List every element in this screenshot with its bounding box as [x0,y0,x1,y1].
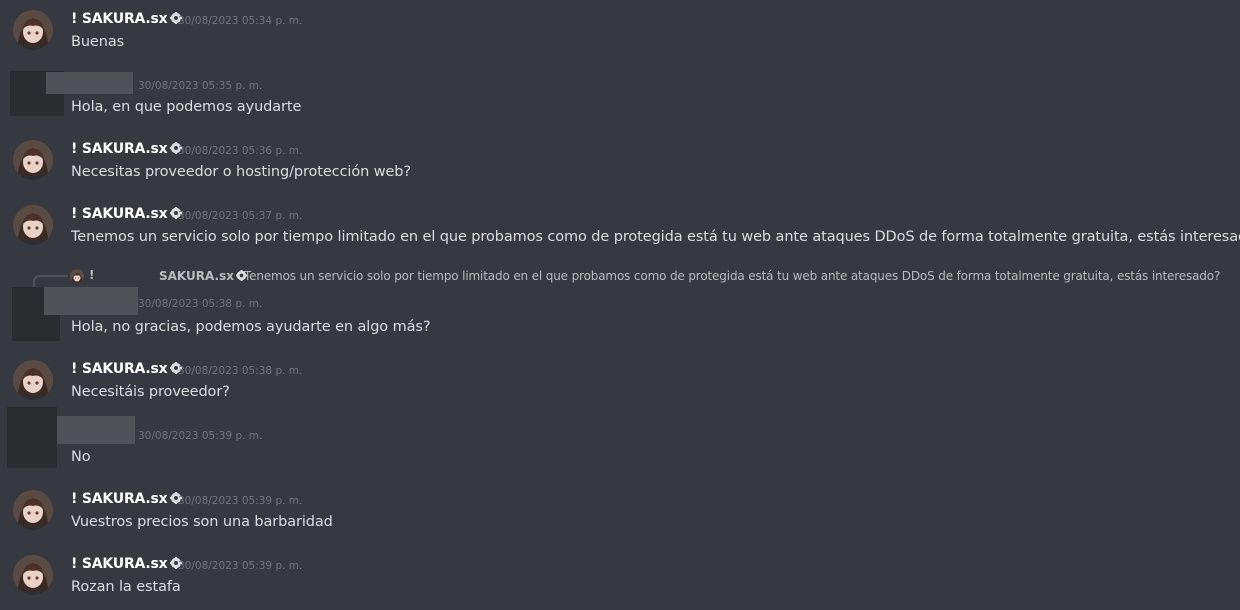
reply-avatar [70,269,84,283]
avatar[interactable] [13,555,53,595]
avatar[interactable] [13,205,53,245]
username-text[interactable]: ! SAKURA.sx [71,141,168,157]
username-text[interactable]: ! SAKURA.sx [71,11,168,27]
timestamp: 30/08/2023 05:35 p. m. [138,80,263,92]
redacted-username [46,72,133,94]
redacted-username [57,416,135,444]
message-item: 30/08/2023 05:38 p. m. Hola, no gracias,… [0,282,1240,347]
message-text: Necesitáis proveedor? [71,384,230,400]
chat-messages: ! SAKURA.sx 30/08/2023 05:34 p. m. Buena… [0,0,1240,610]
username[interactable]: ! SAKURA.sx [71,491,182,507]
message-item: ! SAKURA.sx 30/08/2023 05:39 p. m. Vuest… [0,480,1240,545]
username[interactable]: ! SAKURA.sx [71,556,182,572]
message-text: Hola, en que podemos ayudarte [71,99,302,115]
timestamp: 30/08/2023 05:39 p. m. [138,430,263,442]
message-text: Necesitas proveedor o hosting/protección… [71,164,412,180]
avatar[interactable] [13,140,53,180]
username-text[interactable]: ! SAKURA.sx [71,206,168,222]
message-text: Vuestros precios son una barbaridad [71,514,333,530]
username[interactable]: ! SAKURA.sx [71,206,182,222]
message-item: ! SAKURA.sx 30/08/2023 05:37 p. m. Tenem… [0,195,1240,260]
message-item: ! SAKURA.sx 30/08/2023 05:38 p. m. Neces… [0,350,1240,415]
avatar[interactable] [13,10,53,50]
redacted-username [44,287,138,315]
message-item: ! SAKURA.sx 30/08/2023 05:39 p. m. Rozan… [0,545,1240,610]
message-item: 30/08/2023 05:39 p. m. No [0,407,1240,480]
message-text: Tenemos un servicio solo por tiempo limi… [71,229,1240,245]
username-text[interactable]: ! SAKURA.sx [71,556,168,572]
timestamp: 30/08/2023 05:37 p. m. [178,210,303,222]
username-text[interactable]: ! SAKURA.sx [71,361,168,377]
username[interactable]: ! SAKURA.sx [71,361,182,377]
reply-username-text[interactable]: SAKURA.sx [159,269,234,283]
message-text: Rozan la estafa [71,579,181,595]
timestamp: 30/08/2023 05:39 p. m. [178,495,303,507]
timestamp: 30/08/2023 05:34 p. m. [178,15,303,27]
timestamp: 30/08/2023 05:36 p. m. [178,145,303,157]
message-text: Buenas [71,34,125,50]
message-text: No [71,449,91,465]
username-text[interactable]: ! SAKURA.sx [71,491,168,507]
message-item: ! SAKURA.sx 30/08/2023 05:36 p. m. Neces… [0,130,1240,195]
timestamp: 30/08/2023 05:39 p. m. [178,560,303,572]
reply-text[interactable]: Tenemos un servicio solo por tiempo limi… [244,269,1220,283]
message-item: ! SAKURA.sx 30/08/2023 05:34 p. m. Buena… [0,0,1240,65]
redacted-avatar [7,407,57,468]
timestamp: 30/08/2023 05:38 p. m. [178,365,303,377]
message-text: Hola, no gracias, podemos ayudarte en al… [71,319,431,335]
message-item: 30/08/2023 05:35 p. m. Hola, en que pode… [0,65,1240,130]
reply-username[interactable]: SAKURA.sx [159,269,247,283]
username[interactable]: ! SAKURA.sx [71,141,182,157]
username[interactable]: ! SAKURA.sx [71,11,182,27]
timestamp: 30/08/2023 05:38 p. m. [138,298,263,310]
avatar[interactable] [13,490,53,530]
avatar[interactable] [13,360,53,400]
reply-username-prefix[interactable]: ! [89,268,94,282]
